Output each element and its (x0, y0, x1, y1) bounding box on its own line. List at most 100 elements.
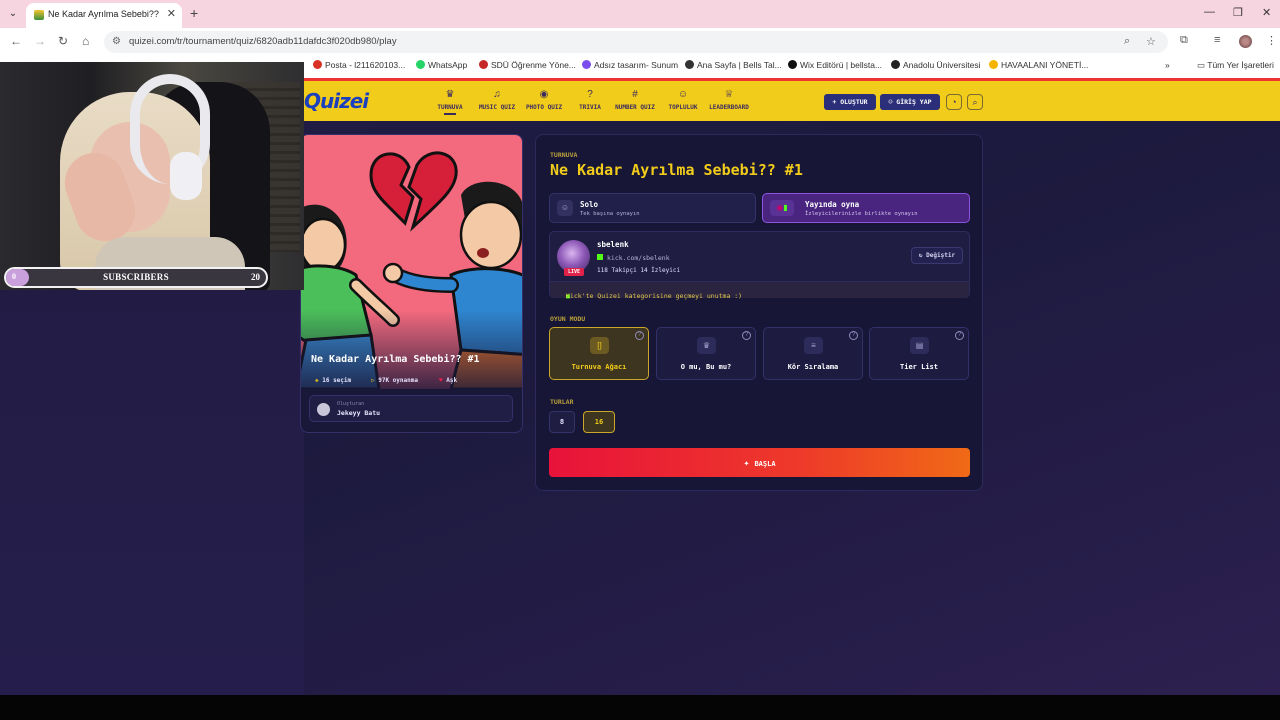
start-label: BAŞLA (754, 460, 776, 468)
forward-icon[interactable]: → (34, 34, 46, 48)
game-mode-bracket[interactable]: ? [] Turnuva Ağacı (549, 327, 649, 380)
folder-icon: ▭ (1197, 60, 1208, 70)
bookmarks-overflow-icon[interactable]: » (1165, 60, 1170, 70)
tab-close-icon[interactable]: ✕ (167, 7, 176, 20)
nav-music-quiz[interactable]: ♫ MUSIC QUIZ (476, 90, 518, 112)
address-url: quizei.com/tr/tournament/quiz/6820adb11d… (129, 36, 397, 47)
headphone-cup (170, 152, 202, 200)
nav-leaderboard[interactable]: ♕ LEADERBOARD (706, 90, 752, 112)
login-button[interactable]: ☺ GİRİŞ YAP (880, 94, 940, 110)
all-bookmarks[interactable]: ▭ Tüm Yer İşaretleri (1197, 60, 1274, 71)
search-icon[interactable]: ⌕ (967, 94, 983, 110)
stream-platforms-icon: ◉▮ (770, 200, 794, 216)
all-bookmarks-label: Tüm Yer İşaretleri (1207, 60, 1274, 70)
bookmark-label: WhatsApp (428, 60, 468, 70)
reload-icon[interactable]: ↻ (58, 34, 68, 48)
tier-list-icon: ▤ (910, 337, 929, 354)
create-label: OLUŞTUR (840, 98, 868, 106)
tournament-panel: TURNUVA Ne Kadar Ayrılma Sebebi?? #1 ☺ S… (535, 134, 983, 491)
start-button[interactable]: ✦ BAŞLA (549, 448, 970, 477)
list-ordered-icon: ≡ (804, 337, 823, 354)
help-icon[interactable]: ? (849, 331, 858, 340)
kick-reminder: ■ Kick'te Quizei kategorisine geçmeyi un… (550, 281, 969, 300)
bookmark-item[interactable]: HAVAALANI YÖNETİ... (989, 60, 1088, 70)
creator-caption: Oluşturan (337, 401, 365, 407)
minimize-icon[interactable]: — (1204, 6, 1215, 18)
round-option-8[interactable]: 8 (549, 411, 575, 433)
round-option-16[interactable]: 16 (583, 411, 615, 433)
new-tab-icon[interactable]: + (190, 5, 198, 21)
nav-photo-quiz[interactable]: ◉ PHOTO QUIZ (523, 89, 565, 112)
stream-subtitle: İzleyicilerinizle birlikte oynayın (805, 211, 918, 217)
plays-count: 97K oynanma (378, 377, 418, 384)
creator-box[interactable]: Oluşturan Jekeyy Batu (309, 395, 513, 422)
game-mode-tier-list[interactable]: ? ▤ Tier List (869, 327, 969, 380)
hash-icon: # (632, 89, 638, 100)
bookmark-star-icon[interactable]: ☆ (1146, 35, 1156, 48)
back-icon[interactable]: ← (10, 34, 22, 48)
game-mode-blind-rank[interactable]: ? ≡ Kör Sıralama (763, 327, 863, 380)
bookmark-item[interactable]: WhatsApp (416, 60, 467, 70)
category-stat: ♥ Aşk (439, 377, 457, 384)
bookmark-label: Anadolu Üniversitesi (903, 60, 981, 70)
trophy-icon: ♛ (445, 89, 455, 100)
nav-label: TRIVIA (579, 104, 601, 111)
browser-tab[interactable]: Ne Kadar Ayrılma Sebebi?? #1 ✕ (26, 3, 182, 28)
browser-toolbar: ← → ↻ ⌂ ⚙ quizei.com/tr/tournament/quiz/… (0, 28, 1280, 56)
site-info-icon[interactable]: ⚙ (112, 36, 121, 47)
restore-icon[interactable]: ❐ (1233, 6, 1243, 19)
game-mode-label-text: Turnuva Ağacı (571, 363, 627, 371)
quiz-card[interactable]: Ne Kadar Ayrılma Sebebi?? #1 ◈ 16 seçim … (300, 134, 523, 433)
nav-label: TURNUVA (437, 104, 463, 111)
profile-avatar-icon[interactable] (1239, 35, 1252, 48)
quiz-card-title: Ne Kadar Ayrılma Sebebi?? #1 (311, 354, 480, 365)
stream-mode-option[interactable]: ◉▮ Yayında oyna İzleyicilerinizle birlik… (762, 193, 970, 223)
subscriber-goal-target: 20 (251, 272, 260, 282)
bookmark-item[interactable]: Adsız tasarım- Sunum (582, 60, 678, 70)
nav-trivia[interactable]: ? TRIVIA (574, 90, 606, 112)
browser-menu-icon[interactable]: ⋮ (1266, 34, 1277, 47)
page-background-left (0, 290, 304, 695)
bell-icon[interactable]: ◔ (946, 94, 962, 110)
login-label: GİRİŞ YAP (896, 98, 932, 106)
change-streamer-button[interactable]: ↻ Değiştir (911, 247, 963, 264)
bookmark-favicon-icon (891, 60, 900, 69)
bookmark-favicon-icon (989, 60, 998, 69)
bookmark-item[interactable]: Wix Editörü | bellsta... (788, 60, 882, 70)
browser-tabstrip: ⌄ Ne Kadar Ayrılma Sebebi?? #1 ✕ + — ❐ ✕ (0, 0, 1280, 28)
solo-subtitle: Tek başına oynayın (580, 211, 640, 217)
game-mode-label-text: Kör Sıralama (787, 363, 839, 371)
bookmark-label: HAVAALANI YÖNETİ... (1001, 60, 1089, 70)
solo-mode-option[interactable]: ☺ Solo Tek başına oynayın (549, 193, 756, 223)
nav-number-quiz[interactable]: # NUMBER QUIZ (613, 89, 657, 112)
bookmark-favicon-icon (313, 60, 322, 69)
bookmark-item[interactable]: Ana Sayfa | Bells Tal... (685, 60, 782, 70)
game-mode-label-text: O mu, Bu mu? (680, 363, 732, 371)
site-header: Quizei ♛ TURNUVA ♫ MUSIC QUIZ ◉ PHOTO QU… (304, 81, 1280, 121)
bookmark-item[interactable]: Anadolu Üniversitesi (891, 60, 980, 70)
site-logo[interactable]: Quizei (304, 89, 369, 113)
help-icon[interactable]: ? (635, 331, 644, 340)
bookmark-item[interactable]: Posta - l211620103... (313, 60, 405, 70)
game-mode-label: OYUN MODU (550, 315, 586, 323)
tab-search-icon[interactable]: ⌄ (4, 5, 22, 23)
create-button[interactable]: + OLUŞTUR (824, 94, 876, 110)
help-icon[interactable]: ? (742, 331, 751, 340)
home-icon[interactable]: ⌂ (82, 34, 89, 48)
extensions-icon[interactable]: ⧉ (1180, 34, 1188, 47)
bookmark-favicon-icon (416, 60, 425, 69)
nav-topluluk[interactable]: ☺ TOPLULUK (664, 90, 702, 112)
camera-icon: ◉ (539, 89, 549, 100)
streamer-link[interactable]: kick.com/sbelenk (597, 254, 670, 262)
creator-avatar (317, 403, 330, 416)
zoom-icon[interactable]: ⌕ (1124, 35, 1130, 48)
subscriber-goal-bar: 0 SUBSCRIBERS 20 (4, 267, 268, 288)
nav-active-indicator (444, 113, 456, 115)
nav-turnuva[interactable]: ♛ TURNUVA (434, 89, 466, 112)
game-mode-this-or-that[interactable]: ? ♛ O mu, Bu mu? (656, 327, 756, 380)
reading-list-icon[interactable]: ≡ (1214, 34, 1220, 46)
close-window-icon[interactable]: ✕ (1262, 6, 1271, 19)
help-icon[interactable]: ? (955, 331, 964, 340)
bookmark-item[interactable]: SDÜ Öğrenme Yöne... (479, 60, 576, 70)
address-bar[interactable]: ⚙ quizei.com/tr/tournament/quiz/6820adb1… (104, 31, 1168, 53)
